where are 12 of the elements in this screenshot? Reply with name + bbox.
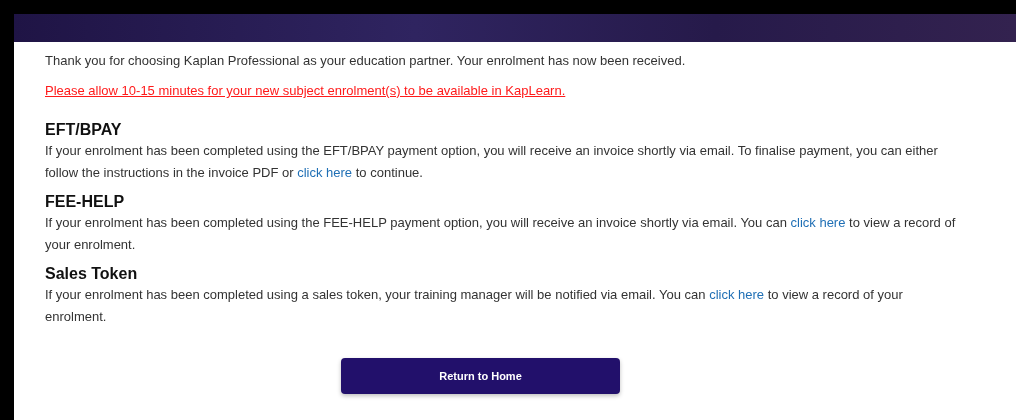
- section-heading: EFT/BPAY: [45, 120, 123, 140]
- click-here-link[interactable]: click here: [790, 215, 846, 230]
- section-text: If your enrolment has been completed using a sales token, your training manager will be notified via email. You can click here to view a record of your enrolment.: [45, 286, 904, 326]
- section-heading: FEE-HELP: [45, 192, 126, 212]
- return-home-button[interactable]: Return to Home: [341, 358, 620, 394]
- confirmation-text: Thank you for choosing Kaplan Professional as your education partner. Your enrolment has now been received.: [45, 52, 687, 70]
- section-text: If your enrolment has been completed using the EFT/BPAY payment option, you will receive an invoice shortly via email. To finalise payment, you can either follow the instructions in the invoice PDF or click here to continue.: [45, 142, 939, 182]
- click-here-link[interactable]: click here: [297, 165, 353, 180]
- section-text: If your enrolment has been completed using the FEE-HELP payment option, you will receive an invoice shortly via email. You can click here to view a record of your enrolment.: [45, 214, 956, 254]
- section-heading: Sales Token: [45, 264, 139, 284]
- availability-notice: Please allow 10-15 minutes for your new subject enrolment(s) to be available in KapLearn.: [45, 82, 567, 100]
- click-here-link[interactable]: click here: [709, 287, 765, 302]
